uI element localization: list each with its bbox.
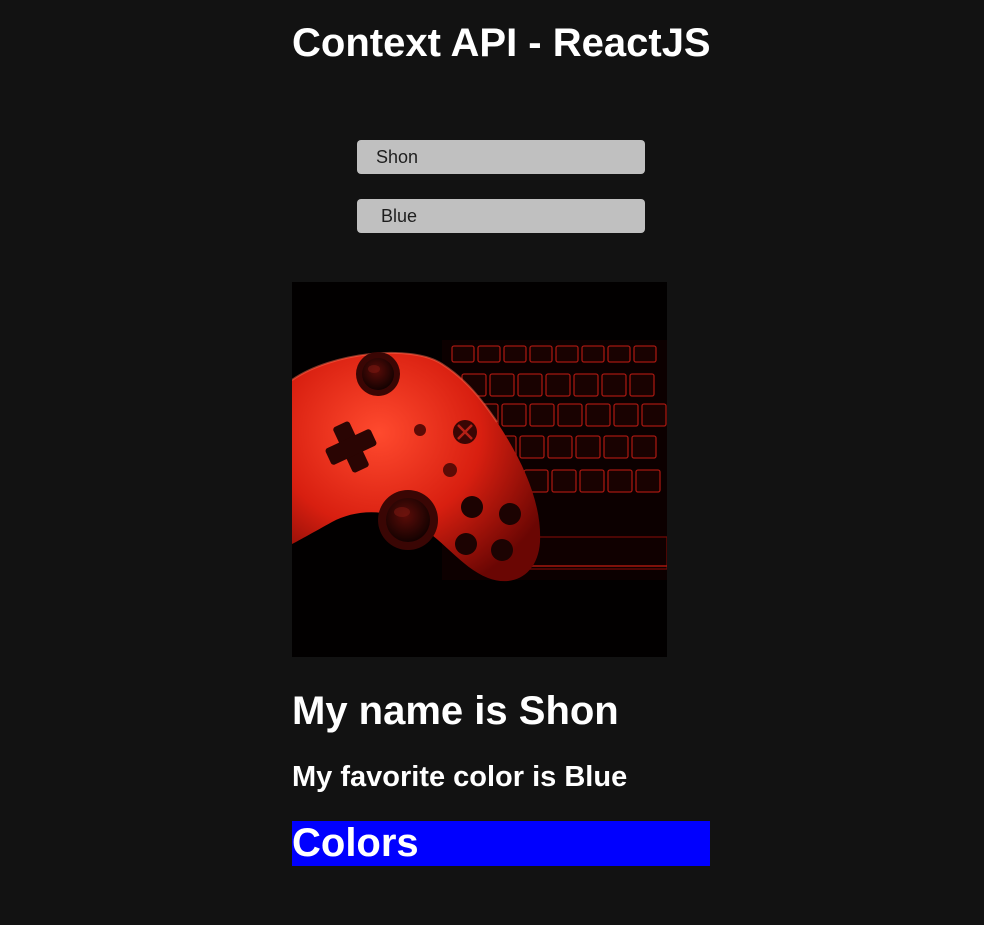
color-input[interactable]	[357, 199, 645, 233]
name-heading: My name is Shon	[292, 689, 619, 733]
page-title: Context API - ReactJS	[292, 21, 711, 65]
favorite-color-heading: My favorite color is Blue	[292, 761, 628, 793]
page: Context API - ReactJS Shon Blue My name …	[0, 0, 984, 925]
colors-banner: Colors	[292, 821, 710, 866]
name-input[interactable]	[357, 140, 645, 174]
game-controller-image	[292, 282, 667, 657]
